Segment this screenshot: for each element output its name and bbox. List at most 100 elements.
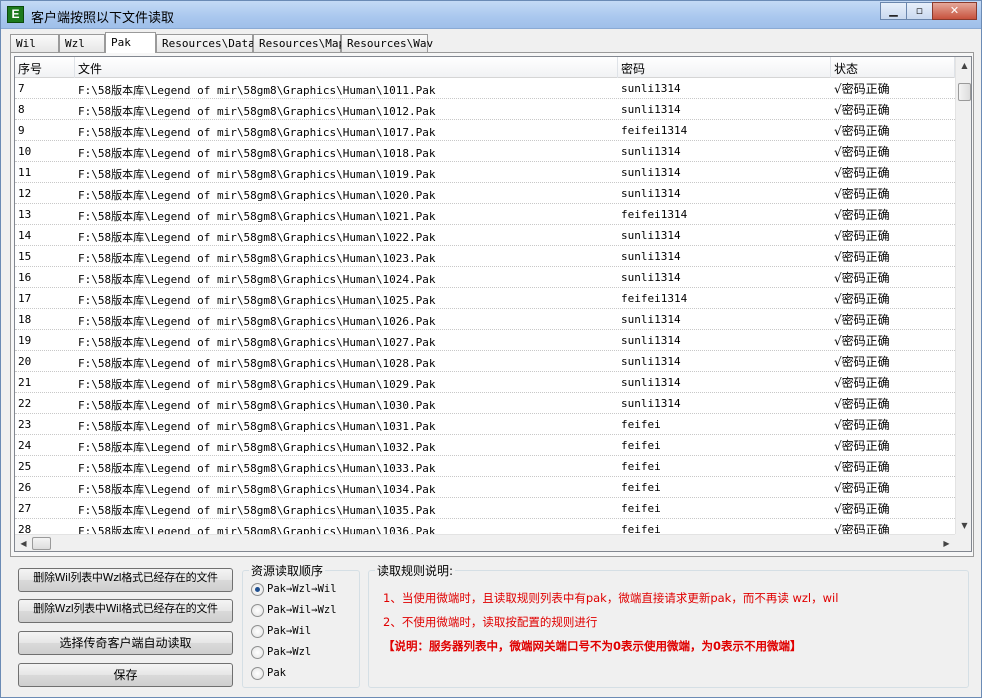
table-row[interactable]: 11 F:\58版本库\Legend of mir\58gm8\Graphics\… [15,162,955,183]
row-status: √密码正确 [834,103,890,117]
table-row[interactable]: 27 F:\58版本库\Legend of mir\58gm8\Graphics\… [15,498,955,519]
table-row[interactable]: 20 F:\58版本库\Legend of mir\58gm8\Graphics\… [15,351,955,372]
row-index: 18 [18,313,32,326]
row-password: sunli1314 [621,397,681,410]
vertical-scroll-thumb[interactable] [958,83,971,101]
row-index: 10 [18,145,32,158]
radio-pak-wzl[interactable]: Pak→Wzl [251,644,311,660]
row-status: √密码正确 [834,313,890,327]
row-file-path: F:\58版本库\Legend of mir\58gm8\Graphics\Hu… [78,504,436,517]
table-row[interactable]: 21 F:\58版本库\Legend of mir\58gm8\Graphics\… [15,372,955,393]
table-row[interactable]: 13 F:\58版本库\Legend of mir\58gm8\Graphics\… [15,204,955,225]
auto-read-client-button[interactable]: 选择传奇客户端自动读取 [18,631,233,655]
row-index: 25 [18,460,32,473]
read-rules-group: 读取规则说明: 1、当使用微端时，且读取规则列表中有pak，微端直接请求更新pa… [368,562,969,688]
row-status: √密码正确 [834,250,890,264]
column-header-file[interactable]: 文件 [75,57,618,78]
delete-wzl-duplicates-button[interactable]: 删除Wzl列表中Wil格式已经存在的文件 [18,599,233,623]
row-index: 12 [18,187,32,200]
row-password: feifei1314 [621,208,688,221]
row-password: feifei [621,439,661,452]
table-row[interactable]: 12 F:\58版本库\Legend of mir\58gm8\Graphics\… [15,183,955,204]
row-status: √密码正确 [834,145,890,159]
read-rules-title: 读取规则说明: [375,562,456,579]
row-password: feifei [621,481,661,494]
tab-resources-wav[interactable]: Resources\Wav [341,34,433,52]
table-row[interactable]: 14 F:\58版本库\Legend of mir\58gm8\Graphics\… [15,225,955,246]
column-header-index[interactable]: 序号 [15,57,75,78]
scroll-up-arrow[interactable]: ▲ [956,57,971,74]
app-icon: E [7,6,24,23]
table-row[interactable]: 16 F:\58版本库\Legend of mir\58gm8\Graphics\… [15,267,955,288]
scroll-left-arrow[interactable]: ◀ [15,535,32,551]
column-header-status[interactable]: 状态 [831,57,955,78]
row-index: 23 [18,418,32,431]
vertical-scrollbar[interactable]: ▲ ▼ [955,57,971,534]
tab-resources-data[interactable]: Resources\Data [156,34,255,52]
file-list[interactable]: 序号 文件 密码 状态 7 F:\58版本库\Legend of mir\58gm… [14,56,972,552]
row-password: sunli1314 [621,334,681,347]
table-row[interactable]: 15 F:\58版本库\Legend of mir\58gm8\Graphics\… [15,246,955,267]
row-status: √密码正确 [834,229,890,243]
radio-button-icon [251,666,264,680]
table-row[interactable]: 22 F:\58版本库\Legend of mir\58gm8\Graphics\… [15,393,955,414]
tab-wil[interactable]: Wil [10,34,59,52]
row-password: feifei1314 [621,292,688,305]
radio-pak[interactable]: Pak [251,665,286,681]
table-row[interactable]: 25 F:\58版本库\Legend of mir\58gm8\Graphics\… [15,456,955,477]
horizontal-scroll-thumb[interactable] [32,537,51,550]
rule-note-1: 1、当使用微端时，且读取规则列表中有pak，微端直接请求更新pak，而不再读 w… [383,591,839,605]
table-row[interactable]: 17 F:\58版本库\Legend of mir\58gm8\Graphics\… [15,288,955,309]
save-button[interactable]: 保存 [18,663,233,687]
list-rows: 7 F:\58版本库\Legend of mir\58gm8\Graphics\H… [15,78,955,540]
radio-label: Pak→Wzl→Wil [267,583,337,595]
row-index: 19 [18,334,32,347]
horizontal-scrollbar[interactable]: ◀ ▶ [15,534,955,551]
table-row[interactable]: 10 F:\58版本库\Legend of mir\58gm8\Graphics\… [15,141,955,162]
row-index: 16 [18,271,32,284]
table-row[interactable]: 24 F:\58版本库\Legend of mir\58gm8\Graphics\… [15,435,955,456]
row-password: sunli1314 [621,103,681,116]
row-file-path: F:\58版本库\Legend of mir\58gm8\Graphics\Hu… [78,357,436,370]
row-file-path: F:\58版本库\Legend of mir\58gm8\Graphics\Hu… [78,336,436,349]
row-file-path: F:\58版本库\Legend of mir\58gm8\Graphics\Hu… [78,252,436,265]
table-row[interactable]: 18 F:\58版本库\Legend of mir\58gm8\Graphics\… [15,309,955,330]
radio-button-icon [251,582,264,596]
minimize-button[interactable]: ▁ [880,2,907,20]
row-index: 14 [18,229,32,242]
radio-pak-wzl-wil[interactable]: Pak→Wzl→Wil [251,581,337,597]
row-file-path: F:\58版本库\Legend of mir\58gm8\Graphics\Hu… [78,315,436,328]
tab-pak[interactable]: Pak [105,32,156,53]
row-index: 21 [18,376,32,389]
radio-label: Pak→Wil→Wzl [267,604,337,616]
table-row[interactable]: 26 F:\58版本库\Legend of mir\58gm8\Graphics\… [15,477,955,498]
row-status: √密码正确 [834,481,890,495]
table-row[interactable]: 19 F:\58版本库\Legend of mir\58gm8\Graphics\… [15,330,955,351]
row-file-path: F:\58版本库\Legend of mir\58gm8\Graphics\Hu… [78,483,436,496]
row-status: √密码正确 [834,82,890,96]
tab-resources-map[interactable]: Resources\Map [253,34,345,52]
maximize-button[interactable]: ▫ [906,2,933,20]
row-index: 15 [18,250,32,263]
table-row[interactable]: 8 F:\58版本库\Legend of mir\58gm8\Graphics\H… [15,99,955,120]
column-header-password[interactable]: 密码 [618,57,831,78]
table-row[interactable]: 9 F:\58版本库\Legend of mir\58gm8\Graphics\H… [15,120,955,141]
radio-pak-wil[interactable]: Pak→Wil [251,623,311,639]
row-password: sunli1314 [621,145,681,158]
scroll-down-arrow[interactable]: ▼ [956,517,971,534]
row-file-path: F:\58版本库\Legend of mir\58gm8\Graphics\Hu… [78,210,436,223]
scroll-right-arrow[interactable]: ▶ [938,535,955,551]
table-row[interactable]: 7 F:\58版本库\Legend of mir\58gm8\Graphics\H… [15,78,955,99]
delete-wil-duplicates-button[interactable]: 删除Wil列表中Wzl格式已经存在的文件 [18,568,233,592]
title-bar[interactable]: E 客户端按照以下文件读取 ▁ ▫ ✕ [1,1,981,29]
read-order-group: 资源读取顺序 Pak→Wzl→Wil Pak→Wil→Wzl Pak→Wil P… [242,562,360,688]
tab-wzl[interactable]: Wzl [59,34,105,52]
table-row[interactable]: 23 F:\58版本库\Legend of mir\58gm8\Graphics\… [15,414,955,435]
close-button[interactable]: ✕ [932,2,977,20]
row-password: sunli1314 [621,229,681,242]
rule-note-3: 【说明：服务器列表中，微端网关端口号不为0表示使用微端，为0表示不用微端】 [383,639,802,653]
row-index: 17 [18,292,32,305]
scroll-corner [955,534,971,551]
row-status: √密码正确 [834,502,890,516]
radio-pak-wil-wzl[interactable]: Pak→Wil→Wzl [251,602,337,618]
